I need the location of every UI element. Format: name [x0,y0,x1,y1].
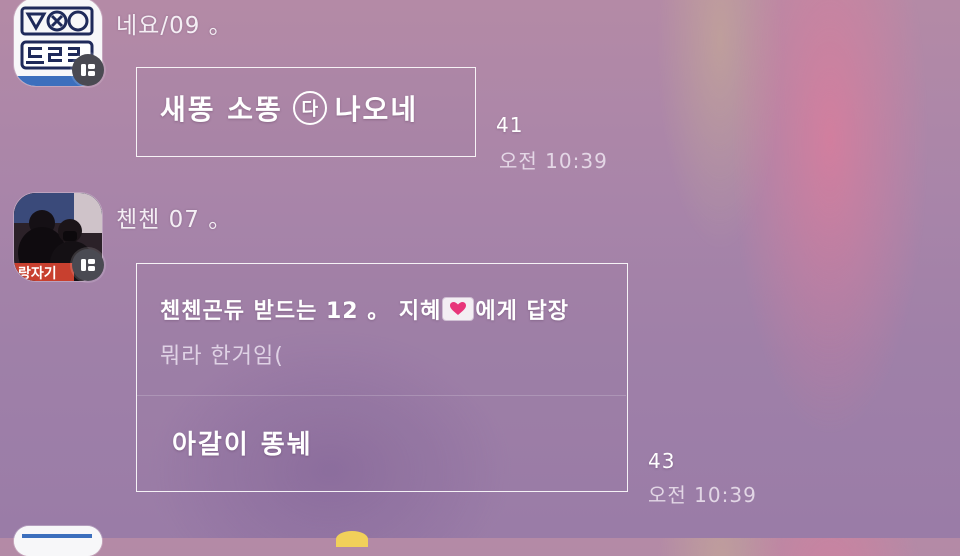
unread-count: 41 [496,113,524,137]
reply-divider [137,395,626,396]
sender-name[interactable]: 네요/09 。 [116,6,233,40]
reply-target: 첸첸곤듀 받드는 12 。 지혜 [160,299,442,324]
exo-logo-icon [14,526,102,556]
reply-suffix: 에게 답장 [475,299,570,324]
avatar-partial[interactable] [14,526,102,556]
reply-header[interactable]: 첸첸곤듀 받드는 12 。 지혜 에게 답장 [160,293,569,325]
message-time: 오전 10:39 [648,483,757,507]
quoted-message[interactable]: 뭐라 한거임( [160,338,284,370]
unread-count: 43 [648,449,676,473]
message-text-part: 나오네 [334,93,419,126]
menu-badge-icon [81,64,95,76]
sender-name[interactable]: 첸첸 07 。 [116,200,232,234]
svg-text:랑자기: 랑자기 [18,266,57,281]
message-text: 아갈이 똥눼 [172,430,313,460]
heart-envelope-icon [443,298,474,320]
menu-badge-icon [81,259,95,271]
circled-char: 다 [292,91,327,125]
emoji-icon [336,531,368,547]
avatar-badge [72,54,104,86]
message-time: 오전 10:39 [499,149,608,173]
message-text-part: 새똥 소똥 [160,93,283,126]
avatar-badge [72,249,104,281]
message-text: 새똥 소똥 다 나오네 [160,88,418,128]
